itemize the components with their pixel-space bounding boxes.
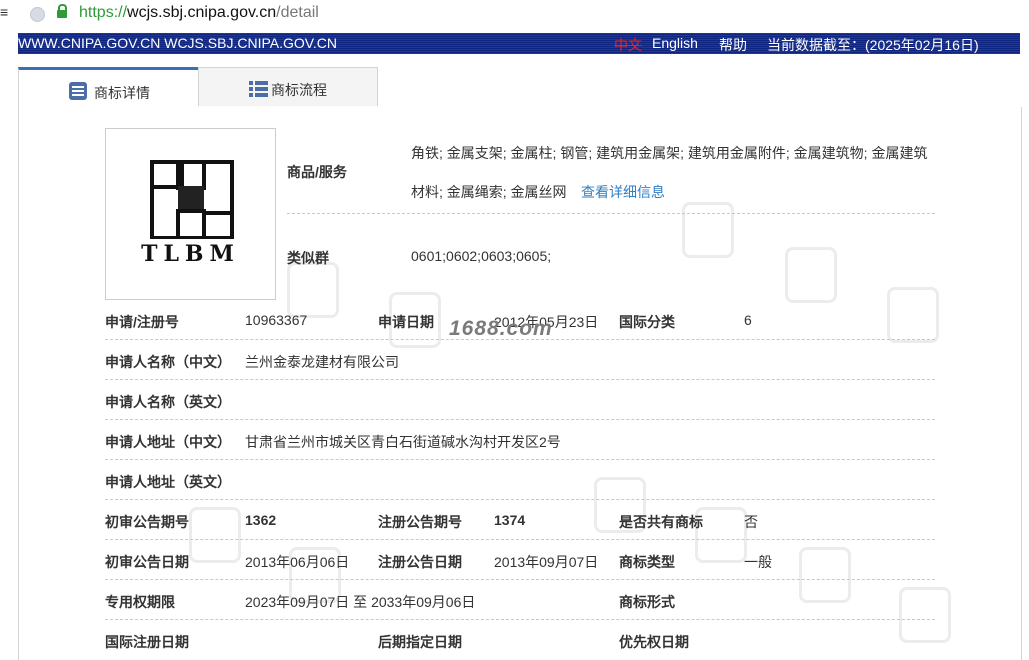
watermark-shape — [899, 587, 951, 643]
divider — [105, 539, 935, 540]
tm-form-label: 商标形式 — [619, 594, 675, 610]
detail-panel: TLBM 商品/服务 角铁; 金属支架; 金属柱; 钢管; 建筑用金属架; 建筑… — [18, 107, 1022, 660]
divider — [105, 379, 935, 380]
divider — [105, 459, 935, 460]
divider — [105, 499, 935, 500]
goods-line1: 角铁; 金属支架; 金属柱; 钢管; 建筑用金属架; 建筑用金属附件; 金属建筑… — [411, 145, 928, 161]
trademark-image: TLBM — [105, 128, 276, 300]
help-link[interactable]: 帮助 — [719, 35, 747, 55]
tab-label: 商标详情 — [94, 85, 150, 101]
site-domains: WWW.CNIPA.GOV.CN WCJS.SBJ.CNIPA.GOV.CN — [18, 35, 337, 51]
reg-pub-date-label: 注册公告日期 — [378, 554, 462, 570]
address-en-label: 申请人地址（英文） — [105, 474, 231, 490]
later-designation-label: 后期指定日期 — [378, 634, 462, 650]
prelim-date-value: 2013年06月06日 — [245, 554, 350, 570]
data-date-text: 当前数据截至：(2025年02月16日) — [767, 37, 979, 53]
term-label: 专用权期限 — [105, 594, 175, 610]
reg-no-label: 申请/注册号 — [105, 314, 179, 330]
tab-trademark-detail[interactable]: 商标详情 — [18, 67, 199, 110]
trademark-logo-graphic — [150, 160, 234, 239]
divider — [105, 419, 935, 420]
divider — [105, 579, 935, 580]
watermark-shape — [887, 287, 939, 343]
watermark-shape — [799, 547, 851, 603]
intl-class-value: 6 — [744, 312, 752, 328]
tab-trademark-process[interactable]: 商标流程 — [198, 67, 378, 106]
term-value: 2023年09月07日 至 2033年09月06日 — [245, 594, 476, 610]
lock-icon — [57, 4, 67, 18]
detail-tabs: 商标详情 商标流程 — [18, 67, 1020, 110]
watermark-stamp: 1688.com — [449, 317, 553, 340]
top-banner: WWW.CNIPA.GOV.CN WCJS.SBJ.CNIPA.GOV.CN 中… — [18, 33, 1020, 54]
applicant-cn-label: 申请人名称（中文） — [105, 354, 231, 370]
similar-group-value: 0601;0602;0603;0605; — [411, 248, 552, 264]
divider — [105, 619, 935, 620]
view-details-link[interactable]: 查看详细信息 — [581, 182, 665, 202]
shared-label: 是否共有商标 — [619, 514, 703, 530]
language-english-link[interactable]: English — [652, 35, 698, 51]
reg-no-value: 10963367 — [245, 312, 308, 328]
address-cn-label: 申请人地址（中文） — [105, 434, 231, 450]
prelim-no-label: 初审公告期号 — [105, 514, 189, 530]
address-cn-value: 甘肃省兰州市城关区青白石街道碱水沟村开发区2号 — [245, 434, 561, 450]
intl-class-label: 国际分类 — [619, 314, 675, 330]
tm-type-value: 一般 — [744, 554, 772, 570]
similar-group-label: 类似群 — [287, 250, 329, 266]
app-date-label: 申请日期 — [378, 314, 434, 330]
prelim-date-label: 初审公告日期 — [105, 554, 189, 570]
intl-reg-date-label: 国际注册日期 — [105, 634, 189, 650]
watermark-shape — [785, 247, 837, 303]
divider — [287, 213, 935, 214]
tab-label: 商标流程 — [271, 82, 327, 98]
trademark-logo-text: TLBM — [141, 241, 240, 267]
url-path: /detail — [276, 4, 319, 21]
address-bar[interactable]: ≡ https://wcjs.sbj.cnipa.gov.cn/detail — [0, 0, 1029, 28]
url-text[interactable]: https://wcjs.sbj.cnipa.gov.cn/detail — [79, 4, 319, 22]
language-chinese-link[interactable]: 中文 — [614, 35, 642, 55]
reg-pub-date-value: 2013年09月07日 — [494, 554, 599, 570]
goods-line2: 材料; 金属绳索; 金属丝网 — [411, 184, 567, 200]
reg-pub-no-label: 注册公告期号 — [378, 514, 462, 530]
divider — [105, 339, 935, 340]
prelim-no-value: 1362 — [245, 512, 277, 528]
applicant-cn-value: 兰州金泰龙建材有限公司 — [245, 354, 399, 370]
list-icon — [249, 81, 268, 97]
watermark-shape — [682, 202, 734, 258]
shared-value: 否 — [744, 514, 758, 530]
priority-date-label: 优先权日期 — [619, 634, 689, 650]
watermark-shape — [287, 262, 339, 318]
url-protocol: https:// — [79, 4, 128, 21]
goods-label: 商品/服务 — [287, 164, 347, 180]
document-icon — [69, 82, 87, 100]
tm-type-label: 商标类型 — [619, 554, 675, 570]
watermark-shape — [189, 507, 241, 563]
url-host: wcjs.sbj.cnipa.gov.cn — [127, 4, 277, 21]
menu-icon[interactable]: ≡ — [0, 4, 8, 20]
reg-pub-no-value: 1374 — [494, 512, 526, 528]
site-info-icon[interactable] — [30, 7, 45, 22]
applicant-en-label: 申请人名称（英文） — [105, 394, 231, 410]
